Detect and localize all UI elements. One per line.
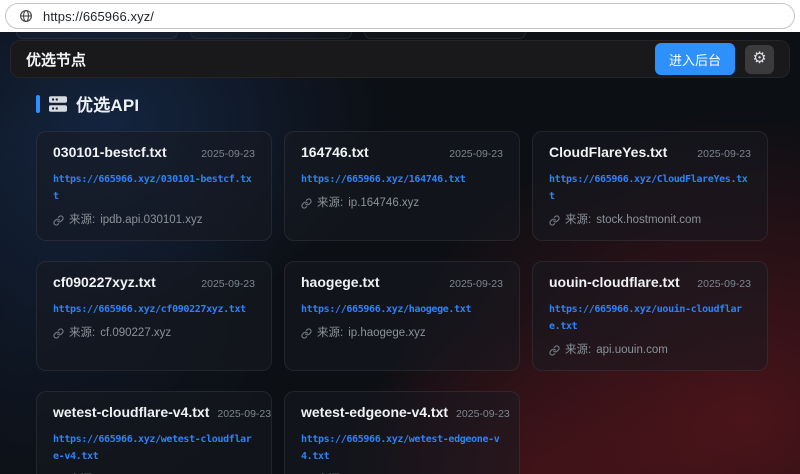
source-row: 来源: stock.hostmonit.com (549, 214, 751, 227)
source-domain: ip.haogege.xyz (348, 327, 425, 340)
card-header: wetest-edgeone-v4.txt 2025-09-23 (301, 404, 503, 421)
source-label: 来源: (317, 327, 343, 340)
card-edge (16, 32, 178, 39)
server-icon (48, 95, 68, 113)
source-label: 来源: (69, 327, 95, 340)
source-label: 来源: (565, 344, 591, 357)
card-header: 030101-bestcf.txt 2025-09-23 (53, 144, 255, 161)
card-header: haogege.txt 2025-09-23 (301, 274, 503, 291)
source-row: 来源: ip.haogege.xyz (301, 327, 503, 340)
file-name: wetest-cloudflare-v4.txt (53, 404, 209, 421)
browser-address-bar: https://665966.xyz/ (0, 0, 800, 32)
source-domain: ip.164746.xyz (348, 197, 419, 210)
file-date: 2025-09-23 (697, 278, 751, 290)
file-name: wetest-edgeone-v4.txt (301, 404, 448, 421)
topbar: 优选节点 进入后台 ⚙ (10, 40, 790, 78)
source-row: 来源: ipdb.api.030101.xyz (53, 214, 255, 227)
file-date: 2025-09-23 (456, 408, 510, 420)
source-row: 来源: ip.164746.xyz (301, 197, 503, 210)
globe-icon (19, 9, 33, 23)
api-card: wetest-edgeone-v4.txt 2025-09-23 https:/… (284, 391, 520, 474)
card-header: CloudFlareYes.txt 2025-09-23 (549, 144, 751, 161)
file-date: 2025-09-23 (697, 148, 751, 160)
file-date: 2025-09-23 (449, 148, 503, 160)
link-icon (301, 198, 312, 209)
source-domain: ipdb.api.030101.xyz (100, 214, 202, 227)
card-edge (190, 32, 352, 39)
enter-admin-button[interactable]: 进入后台 (655, 43, 735, 75)
section-header: 优选API (36, 91, 764, 116)
card-edge (364, 32, 526, 39)
link-icon (53, 215, 64, 226)
api-card: CloudFlareYes.txt 2025-09-23 https://665… (532, 131, 768, 241)
card-header: wetest-cloudflare-v4.txt 2025-09-23 (53, 404, 255, 421)
source-domain: stock.hostmonit.com (596, 214, 701, 227)
file-name: cf090227xyz.txt (53, 274, 156, 291)
card-header: cf090227xyz.txt 2025-09-23 (53, 274, 255, 291)
file-date: 2025-09-23 (201, 148, 255, 160)
source-label: 来源: (317, 197, 343, 210)
topbar-actions: 进入后台 ⚙ (655, 43, 774, 75)
url-text[interactable]: https://665966.xyz/ (43, 9, 154, 24)
api-card: wetest-cloudflare-v4.txt 2025-09-23 http… (36, 391, 272, 474)
accent-bar (36, 95, 40, 113)
file-name: uouin-cloudflare.txt (549, 274, 680, 291)
file-date: 2025-09-23 (217, 408, 271, 420)
file-name: haogege.txt (301, 274, 380, 291)
page-title: 优选节点 (26, 49, 86, 70)
file-date: 2025-09-23 (201, 278, 255, 290)
file-name: CloudFlareYes.txt (549, 144, 667, 161)
api-card: 164746.txt 2025-09-23 https://665966.xyz… (284, 131, 520, 241)
card-header: uouin-cloudflare.txt 2025-09-23 (549, 274, 751, 291)
api-card: uouin-cloudflare.txt 2025-09-23 https://… (532, 261, 768, 371)
api-card: 030101-bestcf.txt 2025-09-23 https://665… (36, 131, 272, 241)
file-url-link[interactable]: https://665966.xyz/030101-bestcf.txt (53, 171, 255, 205)
file-name: 164746.txt (301, 144, 369, 161)
source-row: 来源: cf.090227.xyz (53, 327, 255, 340)
file-url-link[interactable]: https://665966.xyz/164746.txt (301, 171, 503, 188)
section-title: 优选API (76, 91, 139, 116)
source-row: 来源: api.uouin.com (549, 344, 751, 357)
link-icon (549, 345, 560, 356)
api-card: haogege.txt 2025-09-23 https://665966.xy… (284, 261, 520, 371)
link-icon (53, 328, 64, 339)
file-url-link[interactable]: https://665966.xyz/cf090227xyz.txt (53, 301, 255, 318)
source-label: 来源: (565, 214, 591, 227)
file-name: 030101-bestcf.txt (53, 144, 167, 161)
source-domain: cf.090227.xyz (100, 327, 171, 340)
source-label: 来源: (69, 214, 95, 227)
card-header: 164746.txt 2025-09-23 (301, 144, 503, 161)
file-url-link[interactable]: https://665966.xyz/wetest-cloudflare-v4.… (53, 431, 255, 465)
file-url-link[interactable]: https://665966.xyz/haogege.txt (301, 301, 503, 318)
file-url-link[interactable]: https://665966.xyz/uouin-cloudflare.txt (549, 301, 751, 335)
file-url-link[interactable]: https://665966.xyz/CloudFlareYes.txt (549, 171, 751, 205)
link-icon (549, 215, 560, 226)
api-card: cf090227xyz.txt 2025-09-23 https://66596… (36, 261, 272, 371)
gear-icon[interactable]: ⚙ (745, 45, 774, 74)
scrolled-card-edges (16, 32, 526, 39)
url-pill[interactable]: https://665966.xyz/ (5, 3, 795, 29)
page: 优选节点 进入后台 ⚙ 优选API 030101-bestcf.txt 2025… (0, 32, 800, 474)
file-url-link[interactable]: https://665966.xyz/wetest-edgeone-v4.txt (301, 431, 503, 465)
card-grid: 030101-bestcf.txt 2025-09-23 https://665… (36, 131, 768, 474)
source-domain: api.uouin.com (596, 344, 668, 357)
link-icon (301, 328, 312, 339)
file-date: 2025-09-23 (449, 278, 503, 290)
